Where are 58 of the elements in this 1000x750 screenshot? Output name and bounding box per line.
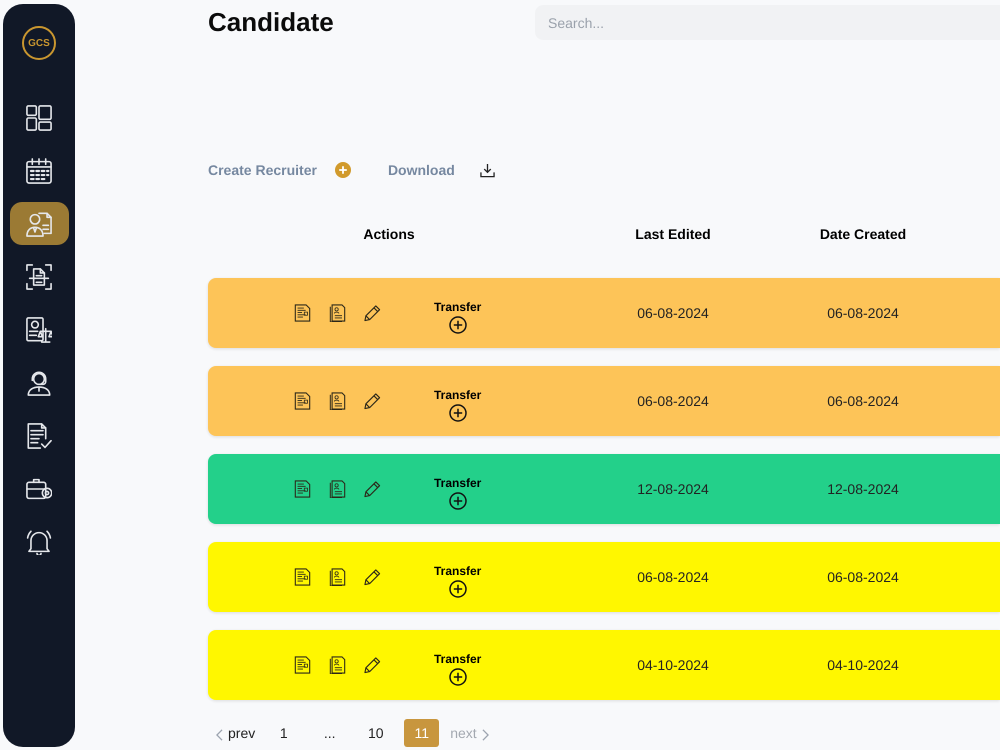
- chevron-left-icon: [216, 729, 223, 741]
- date-cell: 06-08-2024: [827, 393, 899, 409]
- page-title: Candidate: [208, 6, 334, 39]
- date-cell: 06-08-2024: [637, 393, 709, 409]
- column-header: Last Edited: [635, 226, 711, 242]
- page-button[interactable]: 10: [358, 719, 394, 747]
- plus-circle-icon: [448, 580, 467, 598]
- calendar-icon: [26, 158, 52, 184]
- pagination-ellipsis: ...: [322, 724, 337, 743]
- plus-circle-icon: [334, 162, 351, 178]
- prev-button[interactable]: prev: [216, 725, 256, 741]
- date-cell: 06-08-2024: [637, 305, 709, 321]
- plus-circle-icon: [448, 492, 467, 510]
- column-header: Actions: [363, 226, 415, 242]
- profile-document-icon[interactable]: [329, 568, 346, 586]
- column-header: Date Created: [820, 226, 906, 242]
- headset-user-icon: [26, 370, 52, 396]
- document-scan-icon: [26, 264, 52, 290]
- pencil-icon[interactable]: [364, 392, 381, 410]
- document-scales-icon: [26, 316, 52, 342]
- chevron-right-icon: [482, 729, 489, 741]
- pencil-icon[interactable]: [364, 304, 381, 322]
- invoice-check-icon: [26, 422, 52, 448]
- document-icon[interactable]: [294, 304, 311, 322]
- document-icon[interactable]: [294, 392, 311, 410]
- document-icon[interactable]: [294, 568, 311, 586]
- page-button[interactable]: 1: [266, 719, 302, 747]
- date-cell: 06-08-2024: [637, 569, 709, 585]
- dashboard-icon: [26, 104, 52, 130]
- date-cell: 06-08-2024: [827, 305, 899, 321]
- pencil-icon[interactable]: [364, 480, 381, 498]
- search-field[interactable]: Search...: [535, 5, 1000, 40]
- date-cell: 12-08-2024: [637, 481, 709, 497]
- logo: GCS: [22, 26, 56, 60]
- user-document-icon: [26, 210, 52, 236]
- profile-document-icon[interactable]: [329, 304, 346, 322]
- bell-icon: [26, 528, 52, 554]
- download-icon: [480, 162, 495, 178]
- date-cell: 04-10-2024: [827, 657, 899, 673]
- sidebar-item[interactable]: [10, 202, 68, 245]
- plus-circle-icon: [448, 404, 467, 422]
- transfer-button[interactable]: Transfer: [434, 388, 482, 422]
- date-cell: 04-10-2024: [637, 657, 709, 673]
- profile-document-icon[interactable]: [329, 656, 346, 674]
- document-icon[interactable]: [294, 480, 311, 498]
- transfer-button[interactable]: Transfer: [434, 652, 482, 686]
- plus-circle-icon: [448, 316, 467, 334]
- profile-document-icon[interactable]: [329, 392, 346, 410]
- document-icon[interactable]: [294, 656, 311, 674]
- transfer-button[interactable]: Transfer: [434, 300, 482, 334]
- transfer-button[interactable]: Transfer: [434, 564, 482, 598]
- profile-document-icon[interactable]: [329, 480, 346, 498]
- pencil-icon[interactable]: [364, 656, 381, 674]
- pencil-icon[interactable]: [364, 568, 381, 586]
- date-cell: 12-08-2024: [827, 481, 899, 497]
- plus-circle-icon: [448, 668, 467, 686]
- transfer-button[interactable]: Transfer: [434, 476, 482, 510]
- date-cell: 06-08-2024: [827, 569, 899, 585]
